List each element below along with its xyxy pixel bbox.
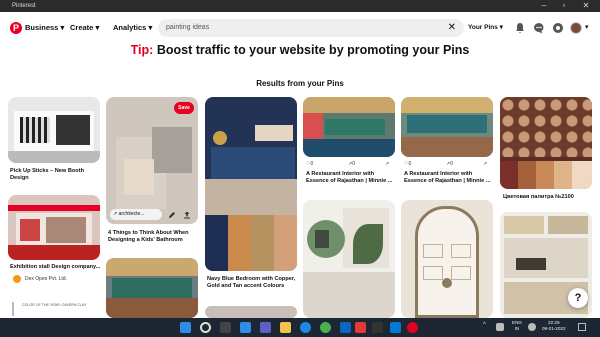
share-icon[interactable] bbox=[183, 211, 191, 219]
results-heading: Results from your Pins bbox=[256, 79, 344, 88]
chevron-down-icon: ▾ bbox=[148, 23, 153, 32]
start-icon[interactable] bbox=[180, 322, 191, 333]
minimize-icon[interactable]: – bbox=[536, 0, 552, 12]
tip-text: Boost traffic to your website by promoti… bbox=[156, 43, 470, 57]
pinterest-taskbar-icon[interactable] bbox=[407, 322, 418, 333]
widgets-icon[interactable] bbox=[240, 322, 251, 333]
close-window-icon[interactable]: ✕ bbox=[578, 0, 594, 12]
clock[interactable]: 22:29 09-01-2022 bbox=[542, 320, 566, 332]
notifications-bell-icon[interactable] bbox=[514, 22, 526, 34]
messages-icon[interactable] bbox=[533, 22, 545, 34]
chevron-down-icon[interactable]: ▾ bbox=[585, 22, 589, 34]
network-icon[interactable] bbox=[496, 323, 504, 331]
more-options-icon[interactable]: ↗ bbox=[385, 161, 389, 167]
arrow-link-icon: ↗ bbox=[113, 211, 118, 217]
pin-reactions[interactable]: ♡0 bbox=[306, 161, 313, 167]
pin-caption[interactable]: Цветовая палитра №2100 bbox=[503, 194, 595, 201]
pin-image-restaurant-2[interactable] bbox=[401, 97, 493, 157]
nav-business[interactable]: Business ▾ bbox=[25, 22, 64, 34]
window-title: Pinterest bbox=[12, 3, 36, 9]
pin-image-partial[interactable]: COLOR OF THE YEAR: CAVERN CLAY bbox=[8, 300, 100, 318]
app-icon[interactable] bbox=[390, 322, 401, 333]
window-titlebar: Pinterest – ▫ ✕ bbox=[0, 0, 600, 12]
pin-image-bathroom[interactable]: Save ↗ architecte... bbox=[106, 97, 198, 224]
chat-icon[interactable] bbox=[260, 322, 271, 333]
app-icon[interactable] bbox=[372, 322, 383, 333]
edge-icon[interactable] bbox=[300, 322, 311, 333]
tip-banner: Tip: Boost traffic to your website by pr… bbox=[0, 43, 600, 57]
search-value: painting ideas bbox=[166, 24, 210, 31]
clear-search-icon[interactable]: ✕ bbox=[448, 20, 456, 36]
pin-caption[interactable]: 4 Things to Think About When Designing a… bbox=[108, 230, 200, 244]
pin-link-chip[interactable]: ↗ architecte... bbox=[110, 209, 162, 220]
app-icon[interactable] bbox=[355, 322, 366, 333]
pin-image-bedroom[interactable] bbox=[205, 97, 297, 271]
pin-reactions[interactable]: ♡0 bbox=[404, 161, 411, 167]
profile-avatar[interactable] bbox=[570, 22, 582, 34]
search-input[interactable]: painting ideas ✕ bbox=[158, 19, 464, 37]
nav-create[interactable]: Create ▾ bbox=[70, 22, 99, 34]
pin-saves[interactable]: ↗0 bbox=[446, 161, 453, 167]
more-options-icon[interactable]: ↗ bbox=[483, 161, 487, 167]
search-icon[interactable] bbox=[200, 322, 211, 333]
help-button[interactable]: ? bbox=[568, 288, 588, 308]
language-indicator[interactable]: ENG IN bbox=[512, 320, 522, 332]
pin-image-botanical[interactable] bbox=[303, 200, 395, 318]
author-avatar bbox=[13, 275, 21, 283]
save-button[interactable]: Save bbox=[174, 102, 194, 114]
maximize-icon[interactable]: ▫ bbox=[556, 0, 572, 12]
chevron-down-icon: ▾ bbox=[95, 23, 100, 32]
pinterest-logo-icon[interactable]: P bbox=[10, 22, 22, 34]
file-explorer-icon[interactable] bbox=[280, 322, 291, 333]
chevron-down-icon: ▾ bbox=[60, 23, 65, 32]
app-icon[interactable] bbox=[340, 322, 351, 333]
pin-image-booth[interactable] bbox=[8, 97, 100, 163]
pin-caption[interactable]: Exhibition stall Design company... bbox=[10, 264, 102, 271]
updates-icon[interactable] bbox=[552, 22, 564, 34]
pin-caption[interactable]: Navy Blue Bedroom with Copper, Gold and … bbox=[207, 276, 299, 290]
pin-image-stall[interactable] bbox=[8, 195, 100, 260]
pin-image-partial[interactable] bbox=[205, 306, 297, 318]
pin-caption[interactable]: A Restaurant Interior with Essence of Ra… bbox=[404, 171, 496, 185]
notification-center-icon[interactable] bbox=[578, 323, 586, 331]
tip-prefix: Tip: bbox=[130, 43, 154, 57]
partial-pin-text: COLOR OF THE YEAR: CAVERN CLAY bbox=[22, 303, 87, 307]
pin-image-restaurant-1[interactable] bbox=[303, 97, 395, 157]
pin-image-restaurant-3[interactable] bbox=[106, 258, 198, 318]
chrome-icon[interactable] bbox=[320, 322, 331, 333]
pin-saves[interactable]: ↗0 bbox=[348, 161, 355, 167]
volume-icon[interactable] bbox=[528, 323, 536, 331]
pin-image-door[interactable] bbox=[401, 200, 493, 318]
task-view-icon[interactable] bbox=[220, 322, 231, 333]
pin-author[interactable]: Dex Opes Pvt. Ltd. bbox=[25, 276, 67, 282]
edit-icon[interactable] bbox=[168, 211, 176, 219]
account-switch-dropdown[interactable]: Your Pins ▾ bbox=[468, 20, 504, 36]
pin-caption[interactable]: Pick Up Sticks – New Booth Design bbox=[10, 168, 100, 182]
chevron-up-icon[interactable]: ^ bbox=[483, 322, 486, 328]
pin-caption[interactable]: A Restaurant Interior with Essence of Ra… bbox=[306, 171, 398, 185]
chevron-down-icon: ▾ bbox=[499, 24, 503, 31]
nav-analytics[interactable]: Analytics ▾ bbox=[113, 22, 152, 34]
pin-image-corks[interactable] bbox=[500, 97, 592, 189]
